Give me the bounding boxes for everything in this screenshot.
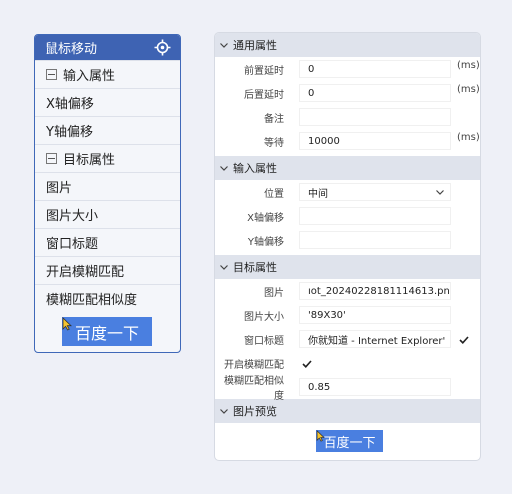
- node-row-label: 开启模糊匹配: [46, 265, 125, 280]
- collapse-icon[interactable]: [46, 69, 57, 80]
- x-offset-input[interactable]: [299, 207, 451, 225]
- prop-wait: 等待 10000 (ms): [215, 129, 480, 153]
- node-row-image[interactable]: 图片: [35, 172, 180, 200]
- preview-image: 百度一下: [316, 430, 383, 452]
- prop-label: X轴偏移: [247, 212, 284, 224]
- prop-label: 模糊匹配相似度: [224, 376, 284, 402]
- node-row-window-title[interactable]: 窗口标题: [35, 228, 180, 256]
- chevron-down-icon[interactable]: [219, 264, 229, 270]
- prop-label: 开启模糊匹配: [224, 359, 284, 371]
- node-header[interactable]: 鼠标移动: [35, 35, 180, 60]
- prop-label: 图片大小: [244, 311, 284, 323]
- node-row-image-size[interactable]: 图片大小: [35, 200, 180, 228]
- node-row-label: Y轴偏移: [46, 125, 93, 140]
- unit-label: (ms): [457, 132, 480, 143]
- prop-label: 备注: [264, 113, 284, 125]
- mouse-move-node[interactable]: 鼠标移动 输入属性 X轴偏移 Y轴偏移 目标属性 图片 图片大小 窗口标题 开启…: [34, 34, 181, 353]
- prop-label: 图片: [264, 287, 284, 299]
- similarity-input[interactable]: 0.85: [299, 378, 451, 396]
- prop-label: Y轴偏移: [247, 236, 284, 248]
- node-row-y-offset[interactable]: Y轴偏移: [35, 116, 180, 144]
- unit-label: (ms): [457, 84, 480, 95]
- prop-similarity: 模糊匹配相似度 0.85: [215, 375, 480, 402]
- prop-window-title: 窗口标题 你就知道 - Internet Explorer': [215, 327, 480, 351]
- pre-delay-input[interactable]: 0: [299, 60, 451, 78]
- image-size-input[interactable]: '89X30': [299, 306, 451, 324]
- node-row-label: 图片: [46, 181, 73, 196]
- prop-pre-delay: 前置延时 0 (ms): [215, 57, 480, 81]
- post-delay-input[interactable]: 0: [299, 84, 451, 102]
- checkmark-icon[interactable]: [459, 333, 469, 347]
- node-row-input-props[interactable]: 输入属性: [35, 60, 180, 88]
- section-target-header[interactable]: 目标属性: [215, 255, 480, 279]
- position-select[interactable]: 中间: [299, 183, 451, 201]
- unit-label: (ms): [457, 60, 480, 71]
- section-title: 通用属性: [233, 39, 277, 52]
- mouse-cursor-icon: [316, 430, 325, 442]
- prop-label: 等待: [264, 137, 284, 149]
- prop-y-offset: Y轴偏移: [215, 228, 480, 252]
- node-row-label: 目标属性: [63, 153, 116, 168]
- prop-image: 图片 ıot_20240228181114613.png': [215, 279, 480, 303]
- section-input-header[interactable]: 输入属性: [215, 156, 480, 180]
- node-row-label: 图片大小: [46, 209, 99, 224]
- checkmark-icon[interactable]: [302, 357, 312, 371]
- node-row-label: 窗口标题: [46, 237, 99, 252]
- node-title: 鼠标移动: [45, 42, 98, 57]
- section-title: 目标属性: [233, 261, 277, 274]
- node-row-x-offset[interactable]: X轴偏移: [35, 88, 180, 116]
- prop-label: 位置: [264, 188, 284, 200]
- prop-label: 后置延时: [244, 89, 284, 101]
- prop-x-offset: X轴偏移: [215, 204, 480, 228]
- y-offset-input[interactable]: [299, 231, 451, 249]
- node-row-fuzzy-match[interactable]: 开启模糊匹配: [35, 256, 180, 284]
- node-row-label: 模糊匹配相似度: [46, 293, 138, 308]
- image-input[interactable]: ıot_20240228181114613.png': [299, 282, 451, 300]
- section-preview-header[interactable]: 图片预览: [215, 399, 480, 423]
- section-general-header[interactable]: 通用属性: [215, 33, 480, 57]
- section-title: 输入属性: [233, 162, 277, 175]
- collapse-icon[interactable]: [46, 153, 57, 164]
- property-panel: 通用属性 前置延时 0 (ms) 后置延时 0 (ms) 备注 等待 10000…: [214, 32, 481, 461]
- preview-text: 百度一下: [74, 323, 139, 343]
- section-title: 图片预览: [233, 405, 277, 418]
- prop-post-delay: 后置延时 0 (ms): [215, 81, 480, 105]
- chevron-down-icon[interactable]: [219, 408, 229, 414]
- chevron-down-icon[interactable]: [219, 165, 229, 171]
- mouse-cursor-icon: [62, 317, 72, 331]
- node-row-label: 输入属性: [63, 69, 116, 84]
- node-row-similarity[interactable]: 模糊匹配相似度: [35, 284, 180, 312]
- chevron-down-icon: [436, 189, 444, 195]
- prop-note: 备注: [215, 105, 480, 129]
- node-row-target-props[interactable]: 目标属性: [35, 144, 180, 172]
- wait-input[interactable]: 10000: [299, 132, 451, 150]
- move-crosshair-icon[interactable]: [154, 39, 171, 56]
- prop-image-size: 图片大小 '89X30': [215, 303, 480, 327]
- note-input[interactable]: [299, 108, 451, 126]
- select-value: 中间: [308, 188, 328, 200]
- chevron-down-icon[interactable]: [219, 42, 229, 48]
- prop-label: 窗口标题: [244, 335, 284, 347]
- node-row-label: X轴偏移: [46, 97, 94, 112]
- target-image-preview: 百度一下: [62, 317, 152, 346]
- prop-label: 前置延时: [244, 65, 284, 77]
- preview-text: 百度一下: [323, 435, 376, 451]
- prop-position: 位置 中间: [215, 180, 480, 204]
- window-title-input[interactable]: 你就知道 - Internet Explorer': [299, 330, 451, 348]
